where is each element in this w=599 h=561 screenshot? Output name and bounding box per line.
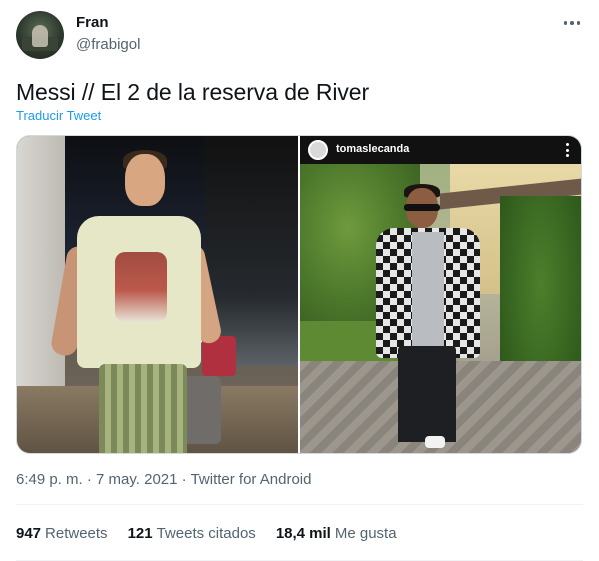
likes-stat[interactable]: 18,4 mil Me gusta — [276, 524, 397, 544]
instagram-avatar — [308, 140, 328, 160]
timestamp-time[interactable]: 6:49 p. m. — [16, 471, 83, 488]
tweet: Fran @frabigol Messi // El 2 de la reser… — [0, 0, 599, 561]
photo-sneaker — [425, 436, 445, 448]
divider — [16, 504, 583, 505]
tweet-stats: 947 Retweets 121 Tweets citados 18,4 mil Me… — [16, 524, 397, 544]
instagram-header-bar: tomaslecanda — [300, 136, 581, 164]
more-dot — [563, 21, 568, 25]
translate-tweet-link[interactable]: Traducir Tweet — [16, 108, 101, 123]
timestamp-date[interactable]: 7 may. 2021 — [96, 471, 177, 488]
photo-instagram-screenshot[interactable]: tomaslecanda — [300, 136, 581, 453]
avatar-image-figure — [32, 25, 48, 47]
username-handle[interactable]: @frabigol — [76, 35, 140, 55]
quote-tweets-stat[interactable]: 121 Tweets citados — [128, 524, 256, 544]
timestamp-separator-2: · — [181, 471, 191, 488]
tweet-text: Messi // El 2 de la reserva de River — [16, 79, 370, 105]
instagram-username: tomaslecanda — [336, 143, 410, 155]
user-info: Fran @frabigol — [76, 14, 140, 55]
quote-tweets-label: Tweets citados — [156, 525, 256, 542]
tweet-source-link[interactable]: Twitter for Android — [191, 471, 312, 488]
retweets-stat[interactable]: 947 Retweets — [16, 524, 108, 544]
kebab-dot — [566, 148, 569, 152]
photo-dark-pants — [398, 346, 456, 442]
kebab-dot — [566, 143, 569, 146]
photo-striped-pants — [99, 364, 187, 453]
likes-count: 18,4 mil — [275, 525, 331, 542]
more-dot — [570, 21, 574, 25]
quote-tweets-count: 121 — [127, 525, 153, 542]
likes-label: Me gusta — [334, 525, 397, 542]
photo-messi-pajamas[interactable] — [17, 136, 298, 453]
photo-sunglasses — [404, 204, 440, 211]
more-options-icon[interactable] — [558, 12, 586, 34]
tweet-timestamp: 6:49 p. m. · 7 may. 2021 · Twitter for A… — [16, 470, 311, 490]
retweets-count: 947 — [16, 525, 42, 542]
photo-head — [125, 154, 165, 206]
media-grid: tomaslecanda — [16, 135, 582, 454]
retweets-label: Retweets — [45, 525, 108, 542]
photo-shirt-print — [115, 252, 167, 322]
kebab-dot — [566, 154, 569, 157]
photo-tshirt — [412, 232, 444, 352]
avatar[interactable] — [16, 11, 64, 59]
display-name[interactable]: Fran — [76, 14, 140, 32]
more-vertical-icon — [566, 143, 569, 157]
more-dot — [576, 21, 581, 25]
timestamp-separator-1: · — [86, 471, 97, 488]
